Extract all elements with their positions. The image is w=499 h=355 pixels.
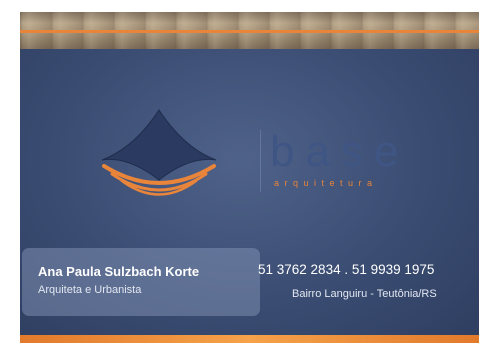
brand-name: base [270,127,410,176]
business-card: base arquitetura Ana Paula Sulzbach Kort… [20,12,479,343]
brand-tagline: arquitetura [274,178,378,188]
bottom-orange-bar [20,335,479,343]
orange-stripe [20,30,479,33]
phone-numbers: 51 3762 2834 . 51 9939 1975 [258,262,435,277]
person-title: Arquiteta e Urbanista [38,284,142,296]
person-name: Ana Paula Sulzbach Korte [38,264,200,279]
name-panel [22,248,260,316]
logo-divider [260,130,261,192]
address: Bairro Languiru - Teutônia/RS [292,288,437,300]
roof-logo-icon [101,109,217,196]
